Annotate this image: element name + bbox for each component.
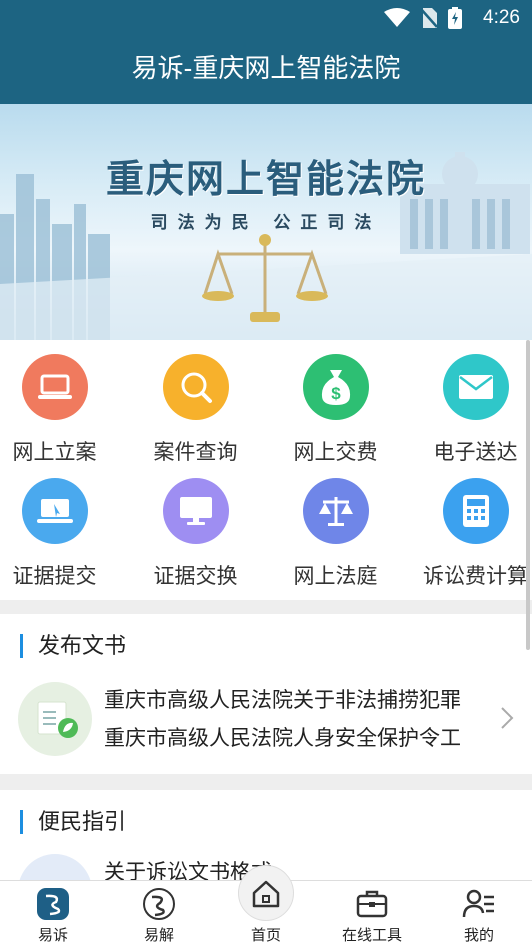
battery-icon — [448, 7, 462, 29]
service-label: 电子送达 — [433, 441, 518, 464]
tab-yijie[interactable]: 易解 — [106, 881, 212, 947]
document-link[interactable]: 重庆市高级人民法院关于非法捕捞犯罪 — [104, 684, 484, 714]
guide-item-icon — [18, 854, 92, 880]
section-title: 便民指引 — [20, 810, 126, 834]
search-icon — [163, 354, 229, 420]
service-item-evidence-submit[interactable]: 证据提交 — [0, 464, 121, 588]
money-bag-icon: $ — [303, 354, 369, 420]
toolbox-icon — [356, 890, 388, 918]
no-sim-icon — [420, 8, 438, 28]
tab-home[interactable]: 首页 — [213, 880, 319, 947]
tab-label: 易解 — [143, 927, 174, 944]
service-label: 诉讼费计算 — [423, 565, 528, 588]
tab-label: 我的 — [463, 927, 494, 944]
document-link[interactable]: 重庆市高级人民法院人身安全保护令工 — [104, 722, 484, 752]
wifi-icon — [384, 8, 410, 27]
section-title: 发布文书 — [20, 634, 126, 658]
service-item-online-payment[interactable]: $ 网上交费 — [269, 340, 402, 464]
document-leaf-icon — [18, 682, 92, 756]
status-icons — [384, 7, 462, 29]
service-label: 证据提交 — [12, 565, 97, 588]
service-item-online-filing[interactable]: 网上立案 — [0, 340, 121, 464]
tab-online-tools[interactable]: 在线工具 — [319, 881, 425, 947]
service-item-electronic-delivery[interactable]: 电子送达 — [409, 340, 532, 464]
banner-title: 重庆网上智能法院 — [105, 156, 426, 201]
tab-mine[interactable]: 我的 — [426, 881, 532, 947]
service-label: 证据交换 — [153, 565, 238, 588]
bottom-tab-bar: 易诉 易解 首页 在线工具 我的 — [0, 865, 532, 947]
laptop-pointer-icon — [22, 478, 88, 544]
yisu-logo-icon — [37, 888, 69, 920]
service-item-fee-calculator[interactable]: 诉讼费计算 — [409, 464, 532, 588]
scrollbar[interactable] — [526, 340, 530, 650]
yijie-logo-icon — [143, 888, 175, 920]
chevron-right-icon[interactable] — [500, 706, 514, 730]
service-item-online-court[interactable]: 网上法庭 — [269, 464, 402, 588]
service-grid: 网上立案 案件查询 $ 网上交费 电子送达 证据提交 证据交换 网上法庭 诉讼费… — [0, 340, 532, 600]
tab-label: 在线工具 — [341, 927, 402, 944]
service-label: 网上法庭 — [293, 565, 378, 588]
service-item-evidence-exchange[interactable]: 证据交换 — [129, 464, 262, 588]
service-label: 网上交费 — [293, 441, 378, 464]
guide-item-link[interactable]: 关于诉讼文书格式 — [104, 856, 484, 880]
service-item-case-query[interactable]: 案件查询 — [129, 340, 262, 464]
app-title: 易诉-重庆网上智能法院 — [0, 36, 532, 104]
banner-slogan: 司法为民 公正司法 — [150, 213, 382, 232]
service-label: 案件查询 — [153, 441, 238, 464]
tab-yisu[interactable]: 易诉 — [0, 881, 106, 947]
tab-label: 首页 — [250, 927, 281, 944]
service-label: 网上立案 — [12, 441, 97, 464]
calculator-icon — [443, 478, 509, 544]
documents-section: 发布文书 重庆市高级人民法院关于非法捕捞犯罪 重庆市高级人民法院人身安全保护令工 — [0, 614, 532, 774]
monitor-icon — [163, 478, 229, 544]
banner[interactable]: 重庆网上智能法院 司法为民 公正司法 — [0, 104, 532, 340]
tab-label: 易诉 — [37, 927, 68, 944]
laptop-icon — [22, 354, 88, 420]
home-icon — [252, 880, 280, 908]
envelope-icon — [443, 354, 509, 420]
user-list-icon — [462, 889, 494, 918]
scales-icon — [303, 478, 369, 544]
status-bar: 4:26 — [0, 0, 532, 36]
svg-text:$: $ — [331, 384, 341, 403]
status-time: 4:26 — [483, 7, 520, 28]
